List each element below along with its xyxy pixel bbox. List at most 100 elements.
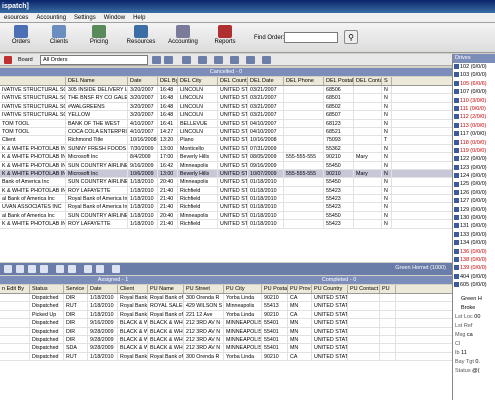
table-cell: 68123: [324, 119, 354, 127]
table-row[interactable]: al Bank of America Inc SUN COUNTRY AIRLIN…: [0, 211, 452, 221]
table-row[interactable]: Client Richmond Title 10/16/2008 13:20 Plano…: [0, 136, 452, 145]
driver-item[interactable]: 134 (0/0/0): [453, 239, 495, 247]
driver-item[interactable]: 139 (0/0/0): [453, 264, 495, 272]
assigned-section-header[interactable]: Assigned - 1: [0, 276, 226, 284]
refresh-icon[interactable]: [262, 56, 271, 64]
table-row[interactable]: IVATIVE STRUCTURAL SOLUTIONTHE BNSF RY C…: [0, 94, 452, 103]
table-cell: Mary: [354, 169, 382, 178]
driver-item[interactable]: 111 (0/0/0): [453, 105, 495, 113]
accounting-button[interactable]: Accounting: [164, 25, 202, 51]
table-row[interactable]: IVATIVE STRUCTURAL SOLUTION#WALGREENS3/2…: [0, 102, 452, 112]
table-row[interactable]: al Bank of America Inc Royal Bank of Amer…: [0, 195, 452, 204]
driver-item[interactable]: 129 (0/0/0): [453, 206, 495, 214]
table-cell: N: [382, 211, 392, 220]
driver-label: 133 (0/0/0): [460, 231, 487, 238]
table-row[interactable]: Picked UpDIR1/18/2010Royal Bank oRoyal B…: [0, 310, 452, 320]
table-cell: 01/18/2010: [248, 203, 284, 211]
driver-item[interactable]: 127 (0/0/0): [453, 197, 495, 205]
table-cell: 55413: [262, 302, 288, 310]
reports-button[interactable]: Reports: [206, 25, 244, 51]
complete-icon[interactable]: [246, 56, 255, 64]
table-row[interactable]: DispatchedDIR9/28/2009BLACK & WHBLACK & …: [0, 327, 452, 336]
driver-item[interactable]: 103 (0/0/0): [453, 71, 495, 79]
apply-filter-icon[interactable]: [152, 56, 161, 64]
table-row[interactable]: DispatchedRUT1/18/2010Royal Bank oROYAL …: [0, 302, 452, 311]
menu-help[interactable]: Help: [129, 13, 149, 22]
pickup-icon[interactable]: [84, 265, 92, 273]
first-icon[interactable]: [4, 265, 12, 273]
driver-item[interactable]: 112 (2/0/0): [453, 113, 495, 121]
dispatch-icon[interactable]: [230, 56, 239, 64]
menu-window[interactable]: Window: [100, 13, 129, 22]
table-cell: K & WHITE PHOTOLAB INC: [2, 153, 66, 161]
driver-item[interactable]: 404 (0/0/0): [453, 273, 495, 281]
clear-filter-icon[interactable]: [164, 56, 173, 64]
message-icon[interactable]: [112, 265, 120, 273]
last-icon[interactable]: [40, 265, 48, 273]
table-row[interactable]: K & WHITE PHOTOLAB INC ROY LAFAYETTE 1/18/…: [0, 186, 452, 196]
driver-item[interactable]: 118 (0/0/0): [453, 139, 495, 147]
table-row[interactable]: DispatchedRUT1/18/2010Royal Bank oRoyal …: [0, 352, 452, 362]
menu-resources[interactable]: esources: [0, 13, 32, 22]
completed-section-header[interactable]: Completed - 0: [226, 276, 452, 284]
driver-item[interactable]: 122 (0/0/0): [453, 155, 495, 163]
table-cell: N: [382, 119, 392, 127]
search-button[interactable]: ⚲: [344, 30, 358, 44]
driver-item[interactable]: 117 (0/0/0): [453, 130, 495, 138]
clients-button[interactable]: Clients: [40, 25, 78, 51]
driver-item[interactable]: 136 (0/0/0): [453, 248, 495, 256]
table-row[interactable]: TOM TOOLCOCA COLA ENTERPRISES I4/10/2007…: [0, 127, 452, 137]
table-cell: RUT: [64, 352, 88, 361]
table-cell: Yorba Linda: [224, 310, 262, 319]
driver-item[interactable]: 124 (0/0/0): [453, 172, 495, 180]
table-row[interactable]: DispatchedSDA9/28/2009BLACK & WHBLACK & …: [0, 344, 452, 353]
table-row[interactable]: IVATIVE STRUCTURAL SOLUTIONYELLOW3/20/20…: [0, 111, 452, 120]
deliver-icon[interactable]: [96, 265, 104, 273]
driver-item[interactable]: 119 (0/0/0): [453, 147, 495, 155]
table-row[interactable]: TOM TOOL BANK OF THE WEST 4/10/2007 16:41 BE…: [0, 119, 452, 128]
table-row[interactable]: K & WHITE PHOTOLAB INC Microsoft Inc 8/4/2…: [0, 153, 452, 162]
find-order-input[interactable]: [284, 32, 338, 43]
table-row[interactable]: K & WHITE PHOTOLAB INC Microsoft Inc 10/6/…: [0, 169, 452, 179]
edit-order-icon[interactable]: [198, 56, 207, 64]
driver-item[interactable]: 130 (0/0/0): [453, 214, 495, 222]
cancelled-section-header[interactable]: Cancelled - 0: [0, 68, 452, 76]
driver-item[interactable]: 102 (0/0/0): [453, 63, 495, 71]
new-order-icon[interactable]: [182, 56, 191, 64]
board-select[interactable]: All Orders: [40, 55, 148, 65]
orders-button[interactable]: Orders: [2, 25, 40, 51]
driver-item[interactable]: 105 (6/0/6): [453, 80, 495, 88]
assign-driver-icon[interactable]: [56, 265, 64, 273]
table-row[interactable]: K & WHITE PHOTOLAB INC ROY LAFAYETTE 1/18/…: [0, 220, 452, 229]
table-cell: Richmond Title: [66, 136, 128, 144]
table-cell: Minneapolis: [178, 161, 218, 169]
menu-settings[interactable]: Settings: [70, 13, 100, 22]
table-row[interactable]: UVAN ASSOCIATES INC Royal Bank of America…: [0, 203, 452, 212]
resources-button[interactable]: Resources: [122, 25, 160, 51]
table-row[interactable]: DispatchedDIR9/28/2009BLACK & WHBLACK & …: [0, 335, 452, 345]
table-row[interactable]: K & WHITE PHOTOLAB INC SUNNY FRESH FOODS 7…: [0, 144, 452, 154]
driver-item[interactable]: 125 (0/0/0): [453, 180, 495, 188]
menu-accounting[interactable]: Accounting: [32, 13, 70, 22]
table-row[interactable]: K & WHITE PHOTOLAB INC SUN COUNTRY AIRLIN…: [0, 161, 452, 170]
table-row[interactable]: DispatchedDIR1/18/2010Royal Bank oRoyal …: [0, 294, 452, 303]
table-row[interactable]: DispatchedDIR9/16/2009BLACK & WHBLACK & …: [0, 319, 452, 328]
truck-icon: [454, 240, 459, 246]
table-row[interactable]: IVATIVE STRUCTURAL SOLUTION305 INSIDE DE…: [0, 86, 452, 95]
previous-icon[interactable]: [16, 265, 24, 273]
driver-item[interactable]: 123 (0/0/0): [453, 164, 495, 172]
unassign-driver-icon[interactable]: [68, 265, 76, 273]
driver-item[interactable]: 131 (0/0/0): [453, 222, 495, 230]
driver-item[interactable]: 107 (0/0/0): [453, 88, 495, 96]
driver-item[interactable]: 126 (0/0/0): [453, 189, 495, 197]
next-icon[interactable]: [28, 265, 36, 273]
assign-icon[interactable]: [214, 56, 223, 64]
driver-item[interactable]: 110 (3/0/0): [453, 97, 495, 105]
pricing-button[interactable]: Pricing: [80, 25, 118, 51]
driver-item[interactable]: 133 (0/0/0): [453, 231, 495, 239]
driver-item[interactable]: 113 (0/0/0): [453, 122, 495, 130]
driver-item[interactable]: 138 (0/0/0): [453, 256, 495, 264]
table-row[interactable]: Bank of America Inc SUN COUNTRY AIRLINES 1…: [0, 178, 452, 187]
table-cell: 1/18/2010: [128, 178, 158, 186]
table-cell: UNITED STAT: [220, 153, 248, 161]
